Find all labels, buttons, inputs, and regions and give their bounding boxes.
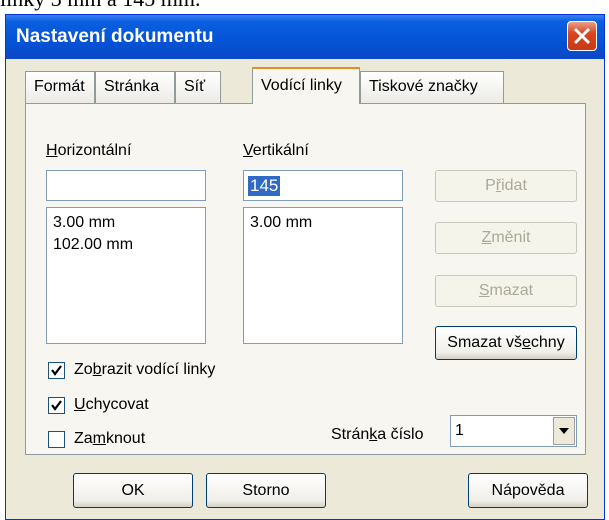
check-icon bbox=[51, 365, 62, 376]
delete-button[interactable]: Smazat bbox=[435, 275, 577, 307]
page-number-select[interactable]: 1 bbox=[450, 415, 577, 447]
tab-guide-lines[interactable]: Vodící linky bbox=[252, 67, 360, 104]
close-icon bbox=[573, 27, 591, 45]
snap-checkbox[interactable] bbox=[48, 397, 65, 414]
lock-checkbox[interactable] bbox=[48, 431, 65, 448]
ok-button[interactable]: OK bbox=[73, 473, 193, 508]
add-button[interactable]: Přidat bbox=[435, 170, 577, 202]
dropdown-arrow[interactable] bbox=[553, 417, 575, 445]
title-bar[interactable]: Nastavení dokumentu bbox=[6, 15, 604, 59]
vertical-input[interactable]: 145 bbox=[243, 170, 403, 201]
tab-grid[interactable]: Síť bbox=[175, 71, 221, 103]
close-button[interactable] bbox=[567, 21, 597, 51]
show-guides-label[interactable]: Zobrazit vodící linky bbox=[74, 361, 215, 379]
vertical-label: Vertikální bbox=[243, 142, 309, 159]
vertical-guide-list[interactable]: 3.00 mm bbox=[243, 207, 403, 344]
check-icon bbox=[51, 400, 62, 411]
change-button[interactable]: Změnit bbox=[435, 222, 577, 254]
tab-page[interactable]: Stránka bbox=[95, 71, 175, 103]
cancel-button[interactable]: Storno bbox=[206, 473, 326, 508]
show-guides-checkbox[interactable] bbox=[48, 362, 65, 379]
help-button[interactable]: Nápověda bbox=[468, 473, 588, 508]
lock-label[interactable]: Zamknout bbox=[74, 430, 145, 448]
page-number-label: Stránka číslo bbox=[331, 426, 424, 443]
tab-format[interactable]: Formát bbox=[25, 71, 95, 103]
list-item[interactable]: 3.00 mm bbox=[250, 212, 396, 234]
horizontal-label: Horizontální bbox=[46, 142, 132, 159]
guide-lines-panel: Horizontální 3.00 mm 102.00 mm Vertikáln… bbox=[25, 103, 586, 455]
background-document-text: linky 3 mm a 145 mm. bbox=[0, 0, 200, 12]
document-settings-dialog: Nastavení dokumentu Formát Stránka Síť V… bbox=[5, 14, 605, 520]
tab-print-marks[interactable]: Tiskové značky bbox=[360, 71, 504, 103]
chevron-down-icon bbox=[559, 428, 569, 434]
delete-all-button[interactable]: Smazat všechny bbox=[435, 326, 577, 360]
horizontal-input[interactable] bbox=[46, 170, 206, 201]
horizontal-guide-list[interactable]: 3.00 mm 102.00 mm bbox=[46, 207, 206, 344]
dialog-title: Nastavení dokumentu bbox=[16, 26, 214, 47]
list-item[interactable]: 3.00 mm bbox=[53, 212, 199, 234]
snap-label[interactable]: Uchycovat bbox=[74, 396, 149, 414]
list-item[interactable]: 102.00 mm bbox=[53, 234, 199, 256]
